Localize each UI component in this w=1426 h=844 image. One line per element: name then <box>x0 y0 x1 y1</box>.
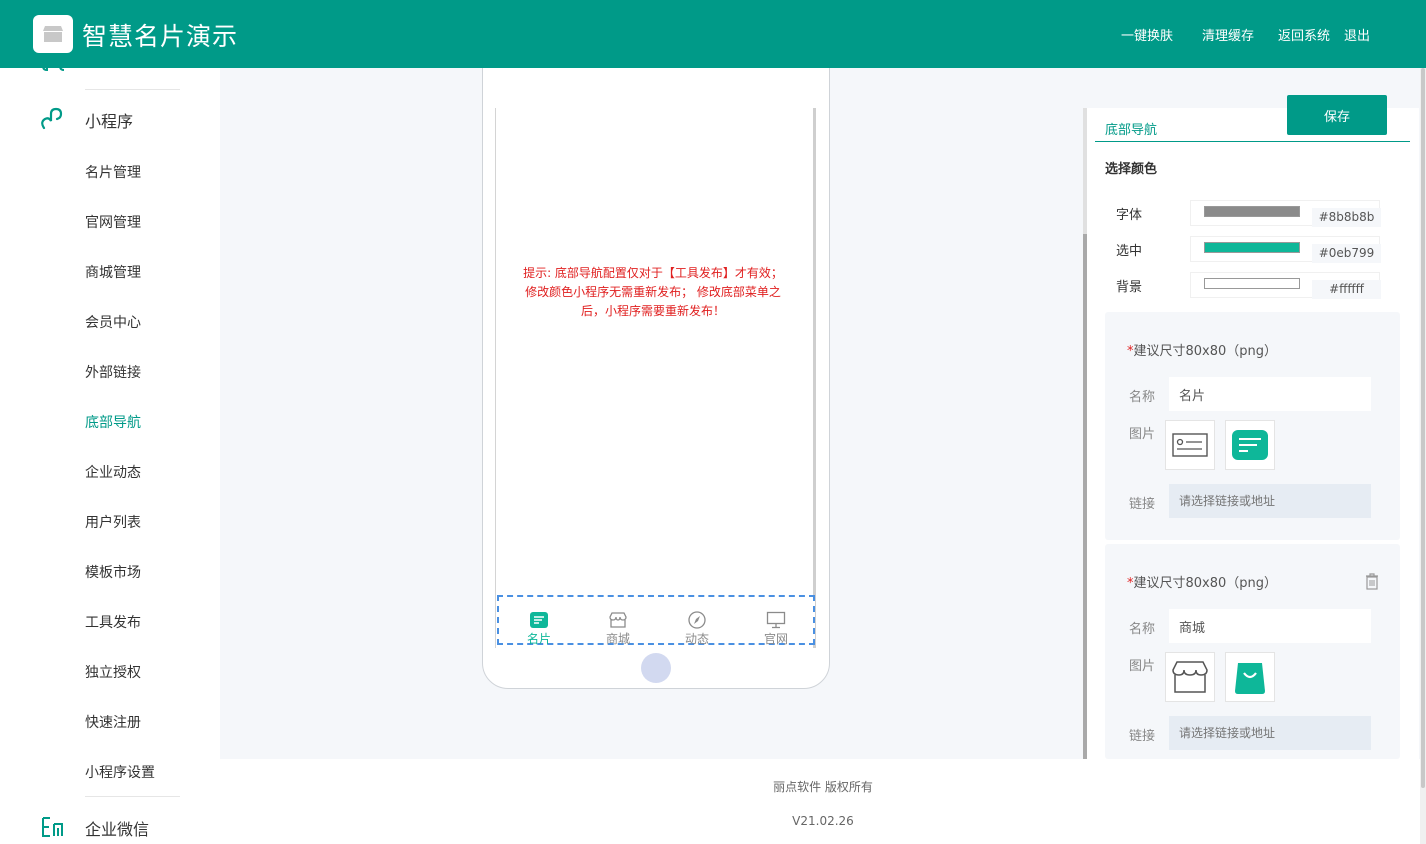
footer-version: V21.02.26 <box>792 814 854 828</box>
phone-screen <box>495 108 816 648</box>
app-title: 智慧名片演示 <box>82 22 239 51</box>
logo <box>33 15 73 53</box>
sidebar-divider <box>85 796 180 797</box>
save-button[interactable]: 保存 <box>1287 95 1387 135</box>
card-filled-icon <box>1232 430 1268 460</box>
color-hex-value: #8b8b8b <box>1312 208 1381 227</box>
page-scrollbar-thumb[interactable] <box>1421 68 1425 788</box>
preview-tab-shop[interactable]: 商城 <box>588 611 648 647</box>
size-hint: *建议尺寸80x80（png） <box>1127 344 1278 359</box>
sidebar-item-company-news[interactable]: 企业动态 <box>85 462 141 482</box>
card-outline-icon <box>1172 433 1208 457</box>
color-label: 字体 <box>1116 208 1143 223</box>
clear-cache-link[interactable]: 清理缓存 <box>1202 25 1254 44</box>
shop-bag-filled-icon <box>1235 663 1265 694</box>
link-label: 链接 <box>1129 497 1156 512</box>
color-swatch[interactable] <box>1204 206 1300 217</box>
name-input[interactable] <box>1169 377 1371 411</box>
size-hint: *建议尺寸80x80（png） <box>1127 576 1278 591</box>
sidebar-divider <box>85 89 180 90</box>
sidebar-group-miniprogram[interactable]: 小程序 <box>0 98 220 138</box>
default-icon-upload[interactable] <box>1165 652 1215 702</box>
preview-tab-label: 商城 <box>605 632 630 646</box>
link-label: 链接 <box>1129 729 1156 744</box>
tab-underline <box>1095 141 1410 142</box>
color-section-title: 选择颜色 <box>1105 162 1158 177</box>
preview-tab-card[interactable]: 名片 <box>509 611 569 647</box>
store-logo-icon <box>43 26 63 42</box>
name-input[interactable] <box>1169 609 1371 643</box>
miniprogram-icon <box>41 107 63 130</box>
color-swatch[interactable] <box>1204 242 1300 253</box>
selected-icon-upload[interactable] <box>1225 420 1275 470</box>
link-input[interactable] <box>1169 484 1371 518</box>
selected-color-picker[interactable]: #0eb799 <box>1190 236 1381 263</box>
sidebar-item-member-center[interactable]: 会员中心 <box>85 312 141 332</box>
image-label: 图片 <box>1129 427 1156 442</box>
monitor-icon <box>766 611 786 629</box>
color-hex-value: #ffffff <box>1312 280 1381 299</box>
color-hex-value: #0eb799 <box>1312 244 1381 263</box>
sidebar-item-website-manage[interactable]: 官网管理 <box>85 212 141 232</box>
sidebar-item-tool-publish[interactable]: 工具发布 <box>85 612 141 632</box>
name-label: 名称 <box>1129 622 1156 637</box>
card-icon <box>530 612 548 628</box>
preview-tab-news[interactable]: 动态 <box>667 611 727 647</box>
nav-item-card: *建议尺寸80x80（png） 名称 图片 链接 <box>1105 312 1400 540</box>
logout-link[interactable]: 退出 <box>1344 25 1370 44</box>
selected-icon-upload[interactable] <box>1225 652 1275 702</box>
preview-tab-website[interactable]: 官网 <box>746 611 806 647</box>
color-label: 选中 <box>1116 244 1143 259</box>
size-hint-text: 建议尺寸80x80（png） <box>1133 344 1278 359</box>
compass-icon <box>688 611 706 629</box>
sidebar-item-external-links[interactable]: 外部链接 <box>85 362 141 382</box>
sidebar-item-template-market[interactable]: 模板市场 <box>85 562 141 582</box>
top-header: 智慧名片演示 一键换肤 清理缓存 返回系统 退出 <box>0 0 1426 68</box>
sidebar-item-bottom-nav[interactable]: 底部导航 <box>85 412 141 432</box>
sidebar-item-quick-register[interactable]: 快速注册 <box>85 712 141 732</box>
tab-bottom-nav[interactable]: 底部导航 <box>1105 119 1157 138</box>
sidebar-item-card-manage[interactable]: 名片管理 <box>85 162 141 182</box>
image-label: 图片 <box>1129 659 1156 674</box>
trash-icon[interactable] <box>1364 572 1380 590</box>
one-click-skin-link[interactable]: 一键换肤 <box>1121 25 1173 44</box>
color-label: 背景 <box>1116 280 1143 295</box>
size-hint-text: 建议尺寸80x80（png） <box>1133 576 1278 591</box>
shop-outline-icon <box>1172 661 1208 693</box>
default-icon-upload[interactable] <box>1165 420 1215 470</box>
shop-icon <box>609 612 627 628</box>
sidebar-item-independent-auth[interactable]: 独立授权 <box>85 662 141 682</box>
preview-tab-label: 官网 <box>763 632 788 646</box>
partial-menu-icon <box>42 68 65 72</box>
phone-home-button <box>641 653 671 683</box>
preview-tabbar[interactable]: 名片 商城 动态 官网 <box>497 595 815 647</box>
page-scrollbar[interactable] <box>1420 68 1426 844</box>
nav-item-card: *建议尺寸80x80（png） 名称 图片 链接 <box>1105 544 1400 759</box>
return-system-link[interactable]: 返回系统 <box>1278 25 1330 44</box>
link-input[interactable] <box>1169 716 1371 750</box>
sidebar-item-shop-manage[interactable]: 商城管理 <box>85 262 141 282</box>
preview-tab-label: 名片 <box>526 632 551 646</box>
background-color-picker[interactable]: #ffffff <box>1190 272 1381 299</box>
preview-tab-label: 动态 <box>684 632 709 646</box>
font-color-picker[interactable]: #8b8b8b <box>1190 200 1381 227</box>
color-swatch[interactable] <box>1204 278 1300 289</box>
sidebar: 小程序 名片管理 官网管理 商城管理 会员中心 外部链接 底部导航 企业动态 用… <box>0 68 220 844</box>
sidebar-group-label: 小程序 <box>85 112 134 131</box>
bottom-nav-notice: 提示: 底部导航配置仅对于【工具发布】才有效；修改颜色小程序无需重新发布； 修改… <box>523 266 783 318</box>
sidebar-item-user-list[interactable]: 用户列表 <box>85 512 141 532</box>
name-label: 名称 <box>1129 390 1156 405</box>
footer-copyright: 丽点软件 版权所有 <box>773 780 873 794</box>
